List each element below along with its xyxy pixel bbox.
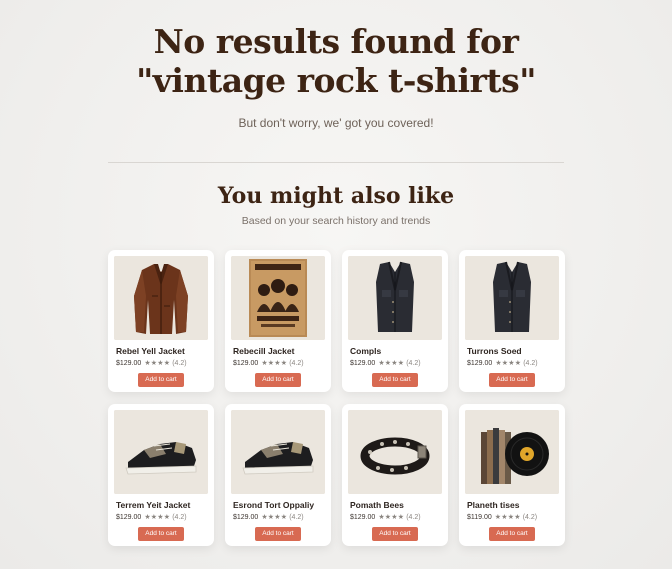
product-image[interactable] <box>114 410 208 494</box>
product-price: $129.00 <box>350 514 376 521</box>
product-image[interactable] <box>231 256 325 340</box>
product-card[interactable]: Rebecill Jacket $129.00 ★★★★ (4.2) Add to … <box>225 250 331 392</box>
add-to-cart-button[interactable]: Add to cart <box>489 373 535 387</box>
product-price: $129.00 <box>233 514 259 521</box>
product-card[interactable]: Pomath Bees $129.00 ★★★★ (4.2) Add to cart <box>342 404 448 546</box>
sneaker-icon <box>114 410 208 494</box>
recommendations-title: You might also like <box>217 183 455 209</box>
product-card[interactable]: Planeth tises $119.00 ★★★★ (4.2) Add to ca… <box>459 404 565 546</box>
add-to-cart-button[interactable]: Add to cart <box>255 527 301 541</box>
product-rating: (4.2) <box>172 514 187 521</box>
section-divider <box>108 162 564 163</box>
recommendations-subtitle: Based on your search history and trends <box>241 215 431 227</box>
product-rating: (4.2) <box>289 514 304 521</box>
product-meta: $129.00 ★★★★ (4.2) <box>350 359 421 367</box>
product-grid: Rebel Yell Jacket $129.00 ★★★★ (4.2) Add t… <box>108 250 565 546</box>
vinyl-records-icon <box>465 410 559 494</box>
product-price: $129.00 <box>467 360 493 367</box>
product-card[interactable]: Turrons Soed $129.00 ★★★★ (4.2) Add to car… <box>459 250 565 392</box>
product-rating: (4.2) <box>406 360 421 367</box>
product-card[interactable]: Terrem Yeit Jacket $129.00 ★★★★ (4.2) Add … <box>108 404 214 546</box>
product-card[interactable]: Rebel Yell Jacket $129.00 ★★★★ (4.2) Add t… <box>108 250 214 392</box>
product-meta: $129.00 ★★★★ (4.2) <box>233 359 304 367</box>
band-poster-icon <box>231 256 325 340</box>
star-rating-icon: ★★★★ <box>261 360 288 367</box>
product-name[interactable]: Pomath Bees <box>350 500 404 510</box>
studded-collar-icon <box>348 410 442 494</box>
product-image[interactable] <box>348 256 442 340</box>
add-to-cart-button[interactable]: Add to cart <box>372 373 418 387</box>
add-to-cart-button[interactable]: Add to cart <box>489 527 535 541</box>
product-meta: $129.00 ★★★★ (4.2) <box>116 359 187 367</box>
sneaker-icon <box>231 410 325 494</box>
title-line-1: No results found for <box>153 22 519 61</box>
add-to-cart-button[interactable]: Add to cart <box>138 373 184 387</box>
star-rating-icon: ★★★★ <box>378 514 405 521</box>
star-rating-icon: ★★★★ <box>495 360 522 367</box>
product-meta: $129.00 ★★★★ (4.2) <box>467 359 538 367</box>
product-rating: (4.2) <box>289 360 304 367</box>
no-results-page: No results found for "vintage rock t-shi… <box>0 0 672 569</box>
star-rating-icon: ★★★★ <box>144 360 171 367</box>
star-rating-icon: ★★★★ <box>144 514 171 521</box>
product-rating: (4.2) <box>406 514 421 521</box>
product-meta: $119.00 ★★★★ (4.2) <box>467 513 537 521</box>
leather-jacket-icon <box>114 256 208 340</box>
denim-vest-icon <box>348 256 442 340</box>
product-meta: $129.00 ★★★★ (4.2) <box>233 513 304 521</box>
star-rating-icon: ★★★★ <box>261 514 288 521</box>
no-results-subtitle: But don't worry, we' got you covered! <box>238 116 434 130</box>
title-line-2-search-query: "vintage rock t-shirts" <box>136 61 536 100</box>
no-results-header: No results found for "vintage rock t-shi… <box>0 22 672 130</box>
denim-vest-icon <box>465 256 559 340</box>
product-image[interactable] <box>231 410 325 494</box>
product-name[interactable]: Esrond Tort Oppaliy <box>233 500 314 510</box>
product-card[interactable]: Compls $129.00 ★★★★ (4.2) Add to cart <box>342 250 448 392</box>
product-image[interactable] <box>114 256 208 340</box>
product-image[interactable] <box>465 410 559 494</box>
product-meta: $129.00 ★★★★ (4.2) <box>116 513 187 521</box>
add-to-cart-button[interactable]: Add to cart <box>372 527 418 541</box>
product-rating: (4.2) <box>523 360 538 367</box>
product-card[interactable]: Esrond Tort Oppaliy $129.00 ★★★★ (4.2) Add… <box>225 404 331 546</box>
product-name[interactable]: Rebel Yell Jacket <box>116 346 185 356</box>
product-price: $129.00 <box>116 514 142 521</box>
product-image[interactable] <box>465 256 559 340</box>
product-name[interactable]: Compls <box>350 346 381 356</box>
add-to-cart-button[interactable]: Add to cart <box>255 373 301 387</box>
product-name[interactable]: Rebecill Jacket <box>233 346 294 356</box>
product-name[interactable]: Planeth tises <box>467 500 519 510</box>
product-price: $129.00 <box>233 360 259 367</box>
add-to-cart-button[interactable]: Add to cart <box>138 527 184 541</box>
product-name[interactable]: Terrem Yeit Jacket <box>116 500 190 510</box>
product-name[interactable]: Turrons Soed <box>467 346 522 356</box>
product-price: $119.00 <box>467 514 492 521</box>
product-rating: (4.2) <box>522 514 538 521</box>
product-price: $129.00 <box>350 360 376 367</box>
product-rating: (4.2) <box>172 360 187 367</box>
star-rating-icon: ★★★★ <box>378 360 405 367</box>
product-image[interactable] <box>348 410 442 494</box>
product-meta: $129.00 ★★★★ (4.2) <box>350 513 421 521</box>
no-results-title: No results found for "vintage rock t-shi… <box>0 22 672 100</box>
product-price: $129.00 <box>116 360 142 367</box>
star-rating-icon: ★★★★ <box>494 514 521 521</box>
